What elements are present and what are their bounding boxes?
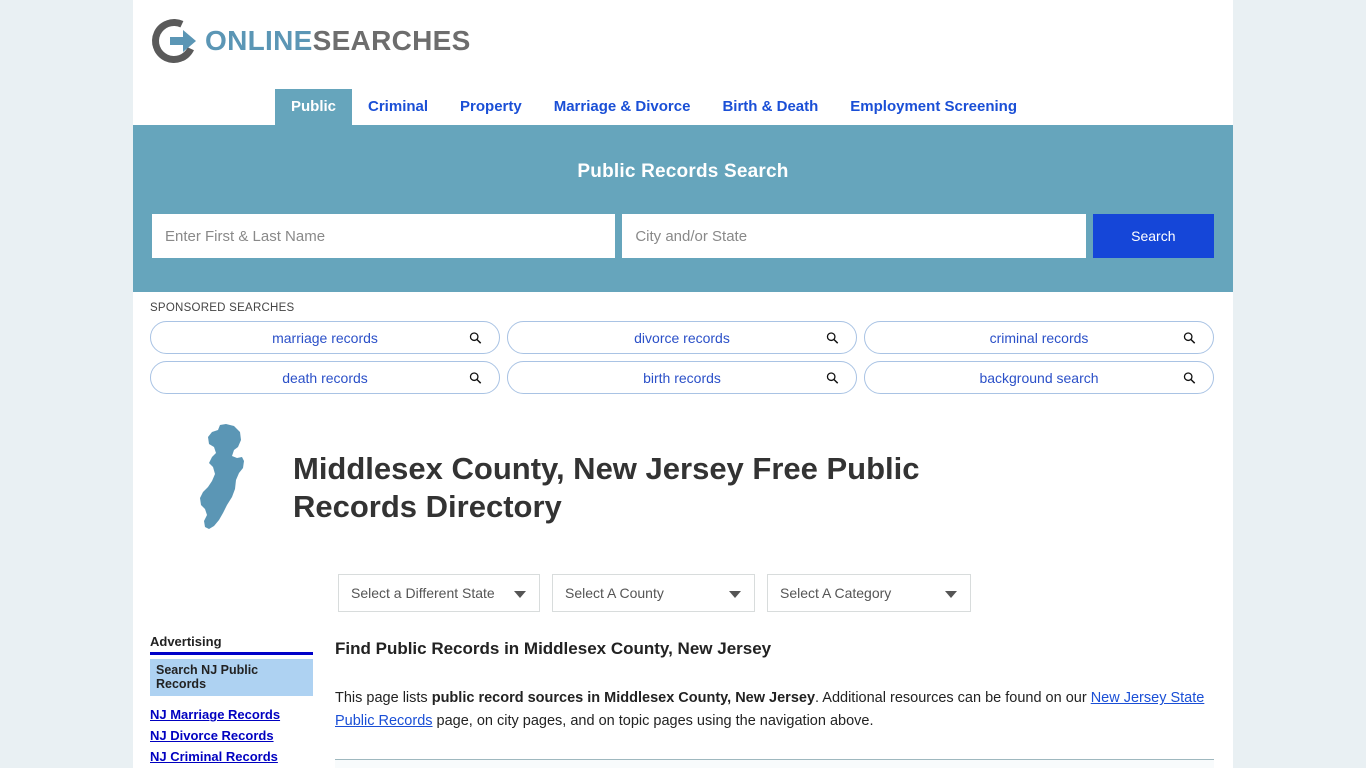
content-area: Advertising Search NJ Public Records NJ … <box>133 612 1233 768</box>
logo-word-searches: SEARCHES <box>312 25 471 56</box>
chevron-down-icon <box>514 591 526 599</box>
new-jersey-state-map-icon <box>196 417 256 547</box>
nav-item-marriage-divorce[interactable]: Marriage & Divorce <box>538 89 707 125</box>
search-form: Search <box>152 214 1214 258</box>
sponsored-pill-label: death records <box>282 369 368 386</box>
sponsored-row-2: death records birth records background s… <box>150 361 1214 394</box>
select-category-dropdown[interactable]: Select A Category <box>767 574 971 613</box>
sponsored-pill-background-search[interactable]: background search <box>864 361 1214 394</box>
search-icon <box>826 331 839 344</box>
sponsored-pill-label: birth records <box>643 369 721 386</box>
sidebar-link-nj-marriage-records[interactable]: NJ Marriage Records <box>150 707 313 722</box>
sponsored-pill-birth-records[interactable]: birth records <box>507 361 857 394</box>
select-state-dropdown[interactable]: Select a Different State <box>338 574 540 613</box>
sponsored-pill-label: divorce records <box>634 329 730 346</box>
intro-text-bold: public record sources in Middlesex Count… <box>431 690 816 707</box>
nav-item-public[interactable]: Public <box>275 89 353 125</box>
sponsored-pill-label: marriage records <box>272 329 378 346</box>
search-icon <box>1183 331 1196 344</box>
nav-item-property[interactable]: Property <box>444 89 538 125</box>
sponsored-pill-marriage-records[interactable]: marriage records <box>150 321 500 354</box>
sponsored-searches-section: SPONSORED SEARCHES marriage records divo… <box>133 292 1233 405</box>
chevron-down-icon <box>945 591 957 599</box>
advertising-heading: Advertising <box>150 634 222 650</box>
search-icon <box>826 371 839 384</box>
sponsored-pill-criminal-records[interactable]: criminal records <box>864 321 1214 354</box>
search-icon <box>1183 371 1196 384</box>
nav-item-employment-screening[interactable]: Employment Screening <box>834 89 1033 125</box>
search-icon <box>469 371 482 384</box>
select-state-label: Select a Different State <box>351 585 495 602</box>
nav-item-criminal[interactable]: Criminal <box>352 89 444 125</box>
advertising-divider <box>150 652 313 656</box>
select-county-dropdown[interactable]: Select A County <box>552 574 755 613</box>
hero-title: Public Records Search <box>577 161 789 182</box>
sponsored-pill-label: background search <box>979 369 1099 386</box>
intro-text-tail: page, on city pages, and on topic pages … <box>432 712 874 729</box>
advertising-sidebar: Advertising Search NJ Public Records NJ … <box>150 634 313 768</box>
records-table-header-row: Middlesex County, New Jersey - General C… <box>335 760 1214 768</box>
page-title: Middlesex County, New Jersey Free Public… <box>293 450 920 525</box>
page-background: ONLINESEARCHES Public Criminal Property … <box>0 0 1366 768</box>
sponsored-pill-label: criminal records <box>989 329 1089 346</box>
logo-wordmark: ONLINESEARCHES <box>205 25 471 57</box>
search-icon <box>469 331 482 344</box>
page-title-block: Middlesex County, New Jersey Free Public… <box>133 405 1233 547</box>
search-button[interactable]: Search <box>1092 214 1214 258</box>
logo-word-online: ONLINE <box>205 25 313 56</box>
sponsored-pill-divorce-records[interactable]: divorce records <box>507 321 857 354</box>
public-records-search-panel: Public Records Search Search <box>133 125 1233 292</box>
site-container: ONLINESEARCHES Public Criminal Property … <box>133 0 1233 768</box>
intro-text-mid: . Additional resources can be found on o… <box>815 690 1091 707</box>
name-search-input[interactable] <box>152 214 616 258</box>
circle-arrow-icon <box>145 12 203 70</box>
site-logo[interactable]: ONLINESEARCHES <box>133 0 1233 82</box>
select-category-label: Select A Category <box>780 585 892 602</box>
nav-item-birth-death[interactable]: Birth & Death <box>706 89 834 125</box>
chevron-down-icon <box>729 591 741 599</box>
main-content: Find Public Records in Middlesex County,… <box>313 634 1214 768</box>
sponsored-searches-label: SPONSORED SEARCHES <box>150 302 295 314</box>
primary-navigation: Public Criminal Property Marriage & Divo… <box>133 82 1233 125</box>
intro-paragraph: This page lists public record sources in… <box>335 687 1207 732</box>
sidebar-link-nj-divorce-records[interactable]: NJ Divorce Records <box>150 728 313 743</box>
select-county-label: Select A County <box>565 585 664 602</box>
intro-text-lead: This page lists <box>335 690 432 707</box>
location-search-input[interactable] <box>622 214 1086 258</box>
sidebar-link-nj-criminal-records[interactable]: NJ Criminal Records <box>150 749 313 764</box>
sponsored-row-1: marriage records divorce records crimina… <box>150 321 1214 354</box>
section-heading: Find Public Records in Middlesex County,… <box>335 639 772 659</box>
filter-selects: Select a Different State Select A County… <box>133 547 1233 613</box>
ad-box-search-nj-public-records[interactable]: Search NJ Public Records <box>150 659 313 697</box>
sponsored-pill-death-records[interactable]: death records <box>150 361 500 394</box>
